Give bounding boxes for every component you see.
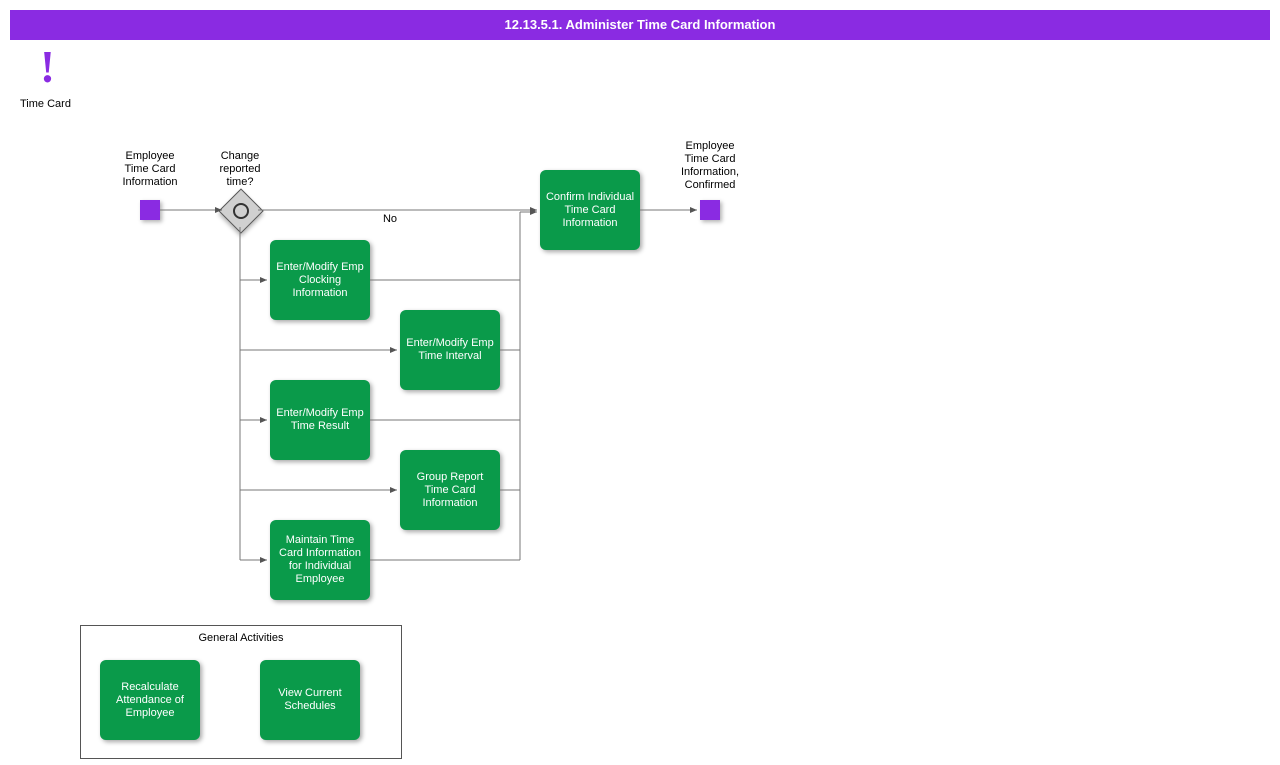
page-title-bar: 12.13.5.1. Administer Time Card Informat… xyxy=(10,10,1270,40)
activity-text: Group Report Time Card Information xyxy=(404,471,496,510)
activity-enter-interval: Enter/Modify Emp Time Interval xyxy=(400,310,500,390)
activity-enter-clocking: Enter/Modify Emp Clocking Information xyxy=(270,240,370,320)
group-title: General Activities xyxy=(81,632,401,644)
end-label: EmployeeTime CardInformation,Confirmed xyxy=(670,140,750,192)
start-label: EmployeeTime CardInformation xyxy=(110,150,190,189)
activity-text: Maintain Time Card Information for Indiv… xyxy=(274,534,366,586)
end-node xyxy=(700,200,720,220)
exclamation-label: Time Card xyxy=(20,98,71,110)
activity-enter-result: Enter/Modify Emp Time Result xyxy=(270,380,370,460)
activity-text: View Current Schedules xyxy=(264,687,356,713)
ring-icon xyxy=(233,203,249,219)
activity-recalculate: Recalculate Attendance of Employee xyxy=(100,660,200,740)
activity-text: Enter/Modify Emp Time Interval xyxy=(404,337,496,363)
activity-group-report: Group Report Time Card Information xyxy=(400,450,500,530)
activity-text: Enter/Modify Emp Clocking Information xyxy=(274,261,366,300)
activity-text: Confirm Individual Time Card Information xyxy=(544,191,636,230)
activity-view-schedules: View Current Schedules xyxy=(260,660,360,740)
page-title: 12.13.5.1. Administer Time Card Informat… xyxy=(505,17,776,32)
diagram-canvas: 12.13.5.1. Administer Time Card Informat… xyxy=(0,0,1280,765)
activity-maintain: Maintain Time Card Information for Indiv… xyxy=(270,520,370,600)
start-node xyxy=(140,200,160,220)
activity-text: Recalculate Attendance of Employee xyxy=(104,681,196,720)
activity-text: Enter/Modify Emp Time Result xyxy=(274,407,366,433)
gateway-node xyxy=(225,195,255,225)
exclamation-icon: ! xyxy=(40,45,55,90)
gateway-label: Changereportedtime? xyxy=(205,150,275,189)
activity-confirm: Confirm Individual Time Card Information xyxy=(540,170,640,250)
edge-label-no: No xyxy=(370,213,410,226)
